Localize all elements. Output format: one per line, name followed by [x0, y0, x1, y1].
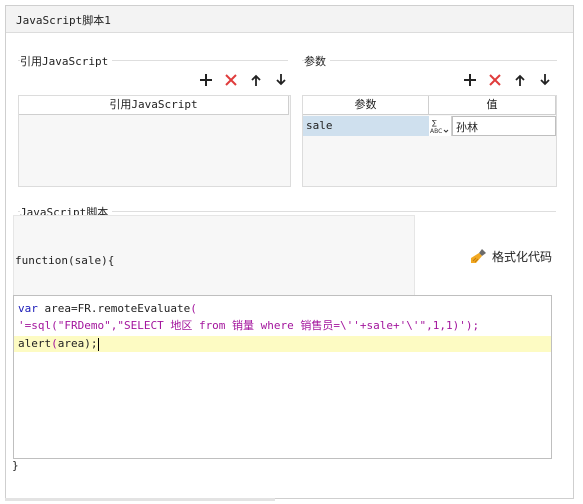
references-section-label: 引用JavaScript	[20, 53, 113, 69]
param-row[interactable]: sale	[303, 116, 429, 136]
title-bar: JavaScript脚本1	[6, 6, 573, 33]
add-icon	[200, 74, 212, 86]
code-line-1: var area=FR.remoteEvaluate(	[18, 302, 197, 315]
param-name-cell: sale	[306, 119, 333, 132]
function-closing-brace: }	[12, 459, 19, 472]
move-up-reference-button[interactable]	[246, 70, 266, 90]
section-divider	[302, 60, 557, 61]
delete-icon	[225, 74, 237, 86]
code-line-2: '=sql("FRDemo","SELECT 地区 from 销量 where …	[18, 319, 480, 332]
references-table[interactable]: 引用JavaScript	[18, 95, 291, 187]
move-down-icon	[540, 74, 550, 86]
delete-param-button[interactable]	[485, 70, 505, 90]
broom-icon	[471, 249, 486, 263]
param-value-input[interactable]: 孙林	[452, 116, 556, 136]
format-code-button[interactable]: 格式化代码	[470, 246, 552, 266]
params-section-label: 参数	[304, 53, 330, 69]
svg-text:∑: ∑	[432, 119, 437, 127]
param-value-column-header[interactable]: 值	[429, 96, 556, 115]
params-table[interactable]: 参数 值 sale ∑ ABC 孙林	[302, 95, 557, 187]
code-editor[interactable]: var area=FR.remoteEvaluate( '=sql("FRDem…	[13, 295, 552, 459]
move-up-icon	[515, 74, 525, 86]
horizontal-scrollbar[interactable]	[5, 498, 275, 501]
format-code-label: 格式化代码	[492, 249, 553, 264]
function-signature: function(sale){	[15, 254, 115, 267]
delete-reference-button[interactable]	[221, 70, 241, 90]
move-up-icon	[251, 74, 261, 86]
move-down-reference-button[interactable]	[271, 70, 291, 90]
add-icon	[464, 74, 476, 86]
param-value-text: 孙林	[456, 121, 478, 134]
move-down-param-button[interactable]	[535, 70, 555, 90]
move-down-icon	[276, 74, 286, 86]
param-name-column-header[interactable]: 参数	[303, 96, 429, 115]
references-column-header[interactable]: 引用JavaScript	[19, 96, 289, 115]
move-up-param-button[interactable]	[510, 70, 530, 90]
formula-abc-icon[interactable]: ∑ ABC	[429, 116, 452, 136]
window-title: JavaScript脚本1	[16, 14, 111, 27]
text-cursor	[97, 337, 99, 351]
add-param-button[interactable]	[460, 70, 480, 90]
delete-icon	[489, 74, 501, 86]
add-reference-button[interactable]	[196, 70, 216, 90]
svg-text:ABC: ABC	[430, 128, 442, 135]
code-line-3: alert(area);	[18, 337, 99, 351]
